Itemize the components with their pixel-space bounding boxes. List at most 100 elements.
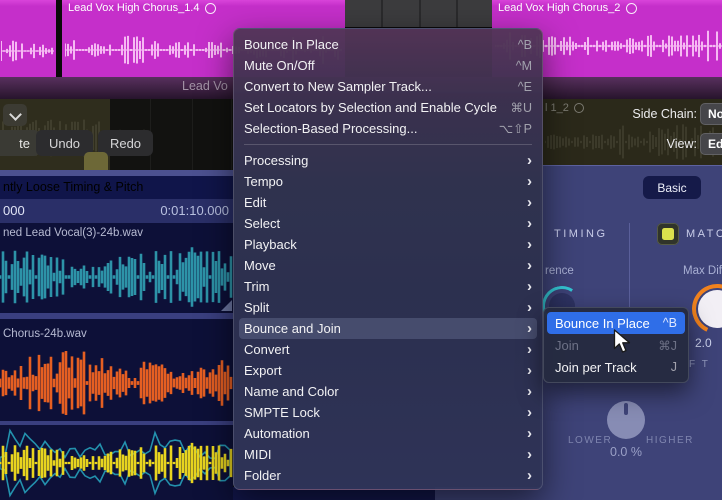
menu-item-label: SMPTE Lock xyxy=(244,405,320,420)
menu-item-label: Move xyxy=(244,258,276,273)
submenu-chevron-icon: › xyxy=(527,342,532,357)
menu-item-convert[interactable]: Convert › xyxy=(234,339,542,360)
resize-handle[interactable] xyxy=(221,300,232,311)
submenu-chevron-icon: › xyxy=(527,153,532,168)
region-title: Lead Vox High Chorus_2 xyxy=(498,2,637,14)
preset-header[interactable]: ntly Loose Timing & Pitch xyxy=(0,176,233,199)
menu-item-bounce-in-place[interactable]: Bounce In Place ^B xyxy=(234,34,542,55)
menu-item-export[interactable]: Export › xyxy=(234,360,542,381)
higher-label: HIGHER xyxy=(646,435,694,446)
menu-item-shortcut: ^M xyxy=(516,59,532,73)
loop-indicator-icon xyxy=(626,3,637,14)
menu-item-label: Convert xyxy=(244,342,290,357)
menu-item-label: Edit xyxy=(244,195,266,210)
menu-item-label: Selection-Based Processing... xyxy=(244,121,417,136)
menu-item-split[interactable]: Split› xyxy=(234,297,542,318)
undo-button[interactable]: Undo xyxy=(36,130,93,156)
time-end: 0:01:10.000 xyxy=(160,203,229,218)
plugin-toolbar-strip: te Undo Redo xyxy=(0,99,233,170)
max-diff-label: Max Dif xyxy=(683,265,722,277)
paste-button-partial[interactable]: te xyxy=(0,130,40,156)
led-fill xyxy=(662,228,674,240)
submenu-item-label: Join xyxy=(555,338,579,353)
submenu-chevron-icon: › xyxy=(527,174,532,189)
submenu-item-label: Join per Track xyxy=(555,360,637,375)
menu-item-bounce-and-join[interactable]: Bounce and Join› xyxy=(239,318,537,339)
menu-item-select[interactable]: Select› xyxy=(234,213,542,234)
menu-item-label: Bounce In Place xyxy=(244,37,339,52)
view-select[interactable]: Ed xyxy=(700,133,722,155)
redo-button[interactable]: Redo xyxy=(98,130,153,156)
menu-item-convert-to-new-sampler-track[interactable]: Convert to New Sampler Track... ^E xyxy=(234,76,542,97)
loop-indicator-icon xyxy=(205,3,216,14)
match-enable-led[interactable] xyxy=(657,223,679,245)
empty-track-area xyxy=(345,0,492,27)
region-title-text: Lead Vox High Chorus_2 xyxy=(498,2,620,14)
submenu-chevron-icon: › xyxy=(527,363,532,378)
menu-item-shortcut: ⌥⇧P xyxy=(499,121,532,136)
menu-item-processing[interactable]: Processing › xyxy=(234,150,542,171)
view-label: View: xyxy=(540,137,697,151)
menu-item-label: Processing xyxy=(244,153,308,168)
menu-item-midi[interactable]: MIDI › xyxy=(234,444,542,465)
menu-item-shortcut: ⌘U xyxy=(510,100,532,115)
menu-item-label: Set Locators by Selection and Enable Cyc… xyxy=(244,100,497,115)
audio-region-left-edge[interactable] xyxy=(0,0,58,77)
bias-value: 0.0 % xyxy=(610,445,642,459)
submenu-chevron-icon: › xyxy=(527,426,532,441)
waveform-fill-yellow xyxy=(0,440,233,486)
menu-item-shortcut: ^E xyxy=(518,80,532,94)
submenu-item-join-per-track[interactable]: Join per Track J xyxy=(547,356,685,378)
menu-item-tempo[interactable]: Tempo› xyxy=(234,171,542,192)
menu-item-smpte-lock[interactable]: SMPTE Lock › xyxy=(234,402,542,423)
menu-item-label: Mute On/Off xyxy=(244,58,315,73)
context-menu: Bounce In Place ^B Mute On/Off ^M Convert to… xyxy=(233,28,543,490)
menu-item-label: Export xyxy=(244,363,282,378)
menu-item-label: Name and Color xyxy=(244,384,339,399)
dropdown-chevron-button[interactable] xyxy=(3,104,27,126)
menu-item-edit[interactable]: Edit› xyxy=(234,192,542,213)
menu-item-shortcut: ^B xyxy=(518,38,532,52)
menu-item-automation[interactable]: Automation› xyxy=(234,423,542,444)
audio-file-name-2: Chorus-24b.wav xyxy=(3,328,87,340)
vocal-waveform-teal[interactable] xyxy=(0,243,233,311)
basic-view-button[interactable]: Basic xyxy=(643,176,701,199)
region-title-text: Lead Vox High Chorus_1.4 xyxy=(68,2,199,14)
dimmed-button-fragment xyxy=(84,152,108,170)
menu-item-playback[interactable]: Playback› xyxy=(234,234,542,255)
preset-name: ntly Loose Timing & Pitch xyxy=(3,180,143,194)
mouse-cursor xyxy=(613,329,631,355)
shift-label-fragment: F T xyxy=(689,359,710,370)
vocal-waveform-orange[interactable] xyxy=(0,346,233,420)
submenu-chevron-icon: › xyxy=(527,405,532,420)
reference-label-fragment: rence xyxy=(545,265,574,277)
menu-item-label: Folder xyxy=(244,468,281,483)
menu-item-mute-on-off[interactable]: Mute On/Off ^M xyxy=(234,55,542,76)
side-chain-select[interactable]: No xyxy=(700,103,722,125)
menu-item-selection-based-processing[interactable]: Selection-Based Processing... ⌥⇧P xyxy=(234,118,542,139)
submenu-chevron-icon: › xyxy=(527,237,532,252)
match-section-header: MATC xyxy=(686,228,722,240)
plugin-window-header: l 1_2 Side Chain: No View: Ed xyxy=(540,99,722,165)
knob-tick xyxy=(624,403,628,415)
submenu-item-shortcut: J xyxy=(671,360,677,374)
menu-item-trim[interactable]: Trim› xyxy=(234,276,542,297)
bias-knob[interactable] xyxy=(607,401,645,439)
menu-item-move[interactable]: Move› xyxy=(234,255,542,276)
menu-item-label: MIDI xyxy=(244,447,271,462)
aligned-waveform-overlay[interactable] xyxy=(0,426,233,500)
menu-item-folder[interactable]: Folder› xyxy=(234,465,542,486)
submenu-chevron-icon: › xyxy=(527,321,532,336)
section-divider xyxy=(0,313,233,319)
menu-item-label: Convert to New Sampler Track... xyxy=(244,79,432,94)
submenu-chevron-icon: › xyxy=(527,447,532,462)
time-start: 000 xyxy=(3,203,25,218)
submenu-item-shortcut: ⌘J xyxy=(658,338,677,353)
menu-item-label: Split xyxy=(244,300,269,315)
submenu-item-label: Bounce In Place xyxy=(555,316,650,331)
section-divider xyxy=(0,421,233,425)
knob-value: 2.0 xyxy=(695,336,712,350)
menu-item-name-and-color[interactable]: Name and Color› xyxy=(234,381,542,402)
submenu-item-shortcut: ^B xyxy=(663,316,677,330)
menu-item-set-locators-by-selection-and-enable-cycle[interactable]: Set Locators by Selection and Enable Cyc… xyxy=(234,97,542,118)
